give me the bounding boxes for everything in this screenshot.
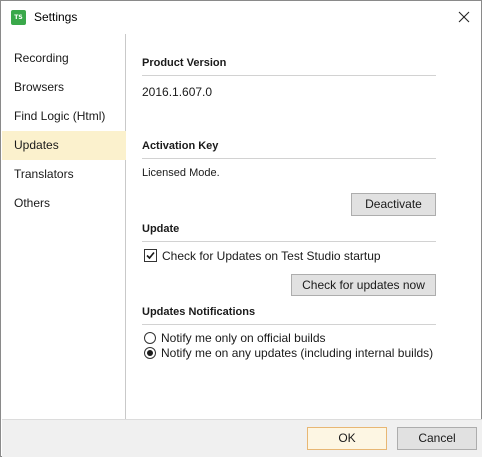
sidebar-item-find-logic[interactable]: Find Logic (Html) <box>2 102 126 131</box>
sidebar-item-updates[interactable]: Updates <box>2 131 126 160</box>
product-version-heading: Product Version <box>142 57 227 69</box>
notify-official-label[interactable]: Notify me only on official builds <box>161 331 326 345</box>
test-studio-app-icon: TS <box>11 10 26 25</box>
ok-button[interactable]: OK <box>307 427 387 450</box>
activation-status: Licensed Mode. <box>142 167 220 179</box>
notify-any-radio[interactable] <box>144 347 156 359</box>
settings-sidebar: Recording Browsers Find Logic (Html) Upd… <box>2 34 126 419</box>
settings-window: TS Settings Recording Browsers Find Logi… <box>0 0 482 457</box>
updates-notifications-heading: Updates Notifications <box>142 306 256 318</box>
sidebar-item-translators[interactable]: Translators <box>2 160 126 189</box>
cancel-button[interactable]: Cancel <box>397 427 477 450</box>
close-button[interactable] <box>447 1 481 33</box>
window-title: Settings <box>34 10 78 24</box>
sidebar-item-others[interactable]: Others <box>2 189 126 218</box>
checkmark-icon <box>146 251 155 260</box>
updates-panel: Product Version 2016.1.607.0 Activation … <box>127 34 482 419</box>
deactivate-button[interactable]: Deactivate <box>351 193 436 216</box>
dialog-footer: OK Cancel <box>2 419 482 457</box>
check-on-startup-label[interactable]: Check for Updates on Test Studio startup <box>162 249 381 263</box>
notify-any-label[interactable]: Notify me on any updates (including inte… <box>161 346 433 360</box>
activation-key-divider <box>142 158 436 159</box>
product-version-divider <box>142 75 436 76</box>
sidebar-item-browsers[interactable]: Browsers <box>2 73 126 102</box>
product-version-value: 2016.1.607.0 <box>142 85 213 99</box>
close-icon <box>458 11 470 23</box>
updates-notifications-divider <box>142 324 436 325</box>
check-on-startup-checkbox[interactable] <box>144 249 157 262</box>
update-heading: Update <box>142 223 180 235</box>
title-bar: TS Settings <box>1 1 481 33</box>
notify-official-radio[interactable] <box>144 332 156 344</box>
update-divider <box>142 241 436 242</box>
sidebar-item-recording[interactable]: Recording <box>2 44 126 73</box>
check-updates-now-button[interactable]: Check for updates now <box>291 274 436 296</box>
activation-key-heading: Activation Key <box>142 140 219 152</box>
radio-selected-dot <box>147 350 153 356</box>
